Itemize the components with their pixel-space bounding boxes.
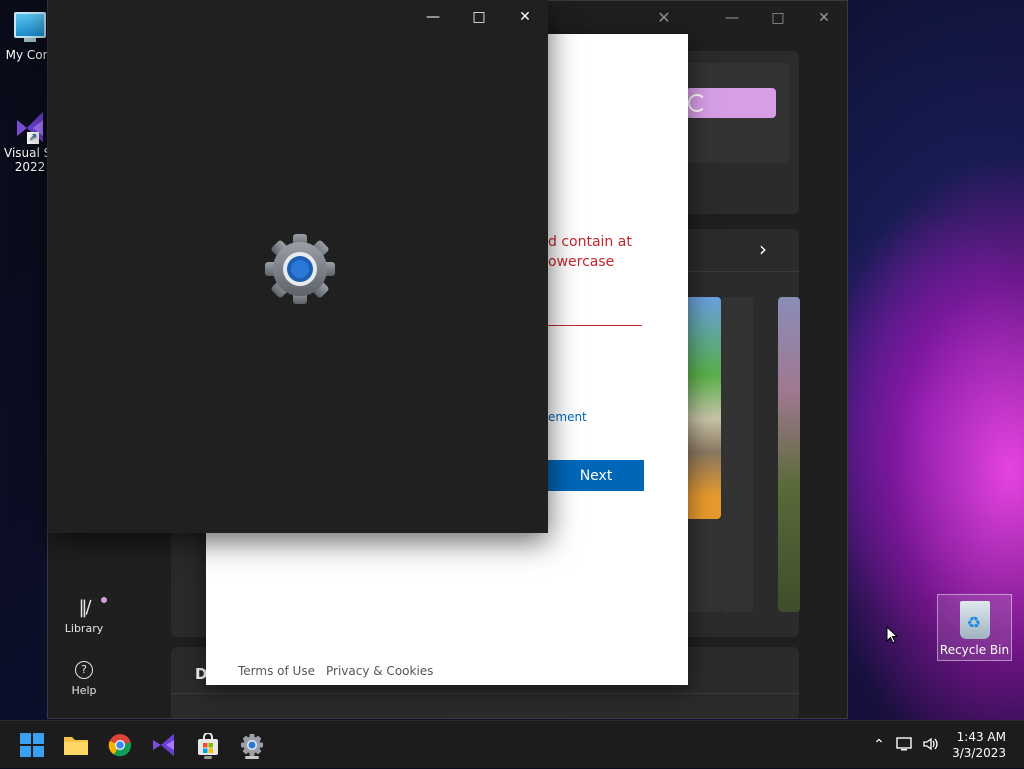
- taskbar: ⌃ 1:43 AM 3/3/2023: [0, 720, 1024, 768]
- running-indicator: [204, 756, 212, 759]
- sidebar-item-label: Help: [71, 684, 97, 697]
- system-clock[interactable]: 1:43 AM 3/3/2023: [952, 729, 1006, 761]
- windows-logo-icon: [20, 733, 44, 757]
- volume-icon[interactable]: [918, 736, 944, 755]
- recycle-bin-icon: ♻: [959, 601, 990, 639]
- desktop-icon-recycle-bin[interactable]: ♻ Recycle Bin: [937, 594, 1012, 661]
- privacy-cookies-link[interactable]: Privacy & Cookies: [326, 664, 433, 678]
- settings-window: — □ ✕: [48, 0, 548, 533]
- file-explorer-button[interactable]: [60, 729, 92, 761]
- dialog-instruction-text: n your: [548, 182, 593, 198]
- clock-time: 1:43 AM: [956, 730, 1006, 744]
- visual-studio-button[interactable]: [148, 729, 180, 761]
- chrome-icon: [108, 734, 132, 757]
- network-icon[interactable]: [892, 736, 918, 755]
- password-error-line-2: owercase: [548, 254, 615, 270]
- close-button[interactable]: ✕: [502, 0, 548, 34]
- game-tile-image[interactable]: [778, 297, 800, 612]
- password-error-line-1: d contain at: [548, 234, 632, 250]
- password-input-underline[interactable]: [548, 325, 642, 326]
- minimize-button[interactable]: —: [709, 1, 755, 35]
- settings-button[interactable]: [236, 729, 268, 761]
- start-button[interactable]: [16, 729, 48, 761]
- minimize-button[interactable]: —: [410, 0, 456, 34]
- next-button[interactable]: Next: [548, 460, 644, 491]
- mouse-cursor-icon: [886, 625, 899, 647]
- chrome-button[interactable]: [104, 729, 136, 761]
- sidebar-item-help[interactable]: ? Help: [56, 661, 112, 697]
- desktop-icon-label: Recycle Bin: [939, 643, 1010, 657]
- legal-text: ement and: [548, 407, 613, 427]
- legal-and-text: and: [590, 410, 614, 424]
- privacy-statement-link[interactable]: ement: [548, 410, 587, 424]
- visual-studio-icon: [153, 734, 174, 756]
- game-tile[interactable]: [686, 519, 721, 612]
- clock-date: 3/3/2023: [952, 746, 1006, 760]
- running-indicator: [245, 756, 259, 759]
- close-button[interactable]: ✕: [801, 1, 847, 35]
- maximize-button[interactable]: □: [456, 0, 502, 34]
- sidebar-item-library[interactable]: ‖∕ Library: [56, 597, 112, 635]
- game-tile[interactable]: [721, 297, 753, 612]
- sidebar-item-label: Library: [64, 622, 104, 635]
- dialog-info-text: about: [548, 346, 589, 362]
- notification-dot: [101, 597, 107, 603]
- store-bag-icon: [198, 733, 218, 755]
- folder-icon: [64, 737, 88, 755]
- dialog-close-icon[interactable]: ✕: [640, 0, 688, 34]
- visual-studio-icon: ↗: [13, 108, 47, 144]
- store-caption-buttons: — □ ✕: [709, 1, 847, 35]
- chevron-right-icon[interactable]: ›: [759, 237, 767, 261]
- terms-of-use-link[interactable]: Terms of Use: [238, 664, 315, 678]
- microsoft-store-button[interactable]: [192, 729, 224, 761]
- chevron-up-icon[interactable]: ⌃: [866, 737, 892, 753]
- maximize-button[interactable]: □: [755, 1, 801, 35]
- system-tray: ⌃: [866, 721, 944, 769]
- loading-spinner-icon: [688, 94, 706, 112]
- settings-caption-buttons: — □ ✕: [410, 0, 548, 34]
- game-tile-image[interactable]: [686, 297, 721, 519]
- gear-icon: [241, 734, 263, 756]
- gear-icon: [262, 233, 338, 305]
- help-icon: ?: [75, 661, 93, 679]
- store-action-button[interactable]: [686, 88, 776, 118]
